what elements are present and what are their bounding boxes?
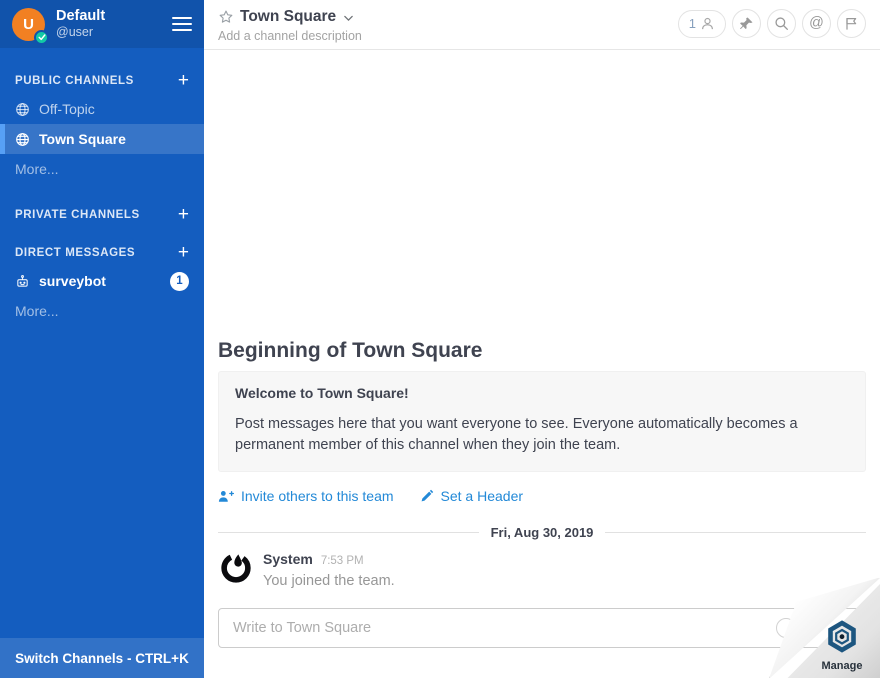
mentions-button[interactable]: @	[802, 9, 831, 38]
channel-description-placeholder[interactable]: Add a channel description	[218, 29, 678, 43]
pinned-posts-button[interactable]	[732, 9, 761, 38]
channel-name: Off-Topic	[39, 101, 95, 117]
more-channels-link[interactable]: More...	[0, 154, 204, 184]
sidebar-item-off-topic[interactable]: Off-Topic	[0, 94, 204, 124]
system-avatar[interactable]	[218, 550, 254, 586]
team-info: Default @user	[56, 7, 161, 41]
switch-channels-label: Switch Channels - CTRL+K	[15, 651, 189, 666]
more-direct-messages-link[interactable]: More...	[0, 296, 204, 326]
message-input[interactable]	[218, 608, 866, 648]
post-timestamp[interactable]: 7:53 PM	[321, 555, 364, 567]
dm-name: surveybot	[39, 273, 106, 289]
private-channels-section: PRIVATE CHANNELS +	[0, 208, 204, 222]
flagged-posts-button[interactable]	[837, 9, 866, 38]
public-channels-label[interactable]: PUBLIC CHANNELS	[15, 75, 178, 87]
post-system-message: System 7:53 PM You joined the team.	[218, 548, 866, 598]
team-name: Default	[56, 7, 161, 25]
globe-icon	[15, 102, 30, 117]
online-status-icon	[34, 30, 49, 45]
member-count: 1	[689, 16, 696, 31]
unread-badge: 1	[170, 272, 189, 291]
private-channels-label[interactable]: PRIVATE CHANNELS	[15, 209, 178, 221]
set-header-link[interactable]: Set a Header	[420, 488, 524, 504]
post-text: You joined the team.	[263, 573, 395, 589]
invite-others-label: Invite others to this team	[241, 488, 394, 504]
avatar-letter: U	[23, 16, 34, 33]
direct-messages-section: DIRECT MESSAGES +	[0, 246, 204, 260]
main-panel: Town Square Add a channel description 1	[204, 0, 880, 678]
manage-label: Manage	[806, 660, 878, 672]
intro-links: Invite others to this team Set a Header	[218, 488, 866, 504]
sidebar-item-surveybot[interactable]: surveybot 1	[0, 266, 204, 296]
pencil-icon	[420, 489, 434, 503]
chevron-down-icon[interactable]	[342, 12, 355, 25]
search-button[interactable]	[767, 9, 796, 38]
pin-icon	[739, 16, 754, 31]
at-mention-icon: @	[809, 16, 824, 31]
search-icon	[774, 16, 789, 31]
channel-intro-heading: Beginning of Town Square	[218, 339, 866, 363]
team-header[interactable]: U Default @user	[0, 0, 204, 48]
post-content: System 7:53 PM You joined the team.	[263, 548, 395, 598]
member-count-button[interactable]: 1	[678, 10, 726, 38]
globe-icon	[15, 132, 30, 147]
post-list: Beginning of Town Square Welcome to Town…	[204, 50, 880, 600]
direct-messages-label[interactable]: DIRECT MESSAGES	[15, 247, 178, 259]
date-divider: Fri, Aug 30, 2019	[218, 524, 866, 540]
flag-icon	[844, 16, 859, 31]
member-icon	[700, 16, 715, 31]
date-divider-text: Fri, Aug 30, 2019	[491, 525, 594, 540]
post-author[interactable]: System	[263, 551, 313, 567]
add-private-channel-icon[interactable]: +	[178, 208, 189, 222]
main-menu-icon[interactable]	[172, 15, 192, 34]
channel-title-wrap: Town Square Add a channel description	[218, 8, 678, 43]
channel-list: PUBLIC CHANNELS + Off-Topic Town Square …	[0, 48, 204, 638]
channel-actions: 1 @	[678, 8, 866, 38]
invite-person-icon	[218, 489, 234, 503]
welcome-body: Post messages here that you want everyon…	[235, 414, 849, 456]
corner-peel-widget[interactable]: Manage	[770, 578, 880, 678]
channel-name: Town Square	[39, 131, 126, 147]
favorite-star-icon[interactable]	[218, 9, 234, 25]
welcome-message-box: Welcome to Town Square! Post messages he…	[218, 371, 866, 472]
add-public-channel-icon[interactable]: +	[178, 74, 189, 88]
welcome-title: Welcome to Town Square!	[235, 385, 849, 401]
sidebar-item-town-square[interactable]: Town Square	[0, 124, 204, 154]
user-name: @user	[56, 25, 161, 41]
avatar[interactable]: U	[12, 8, 45, 41]
public-channels-section: PUBLIC CHANNELS +	[0, 74, 204, 88]
robot-icon	[15, 274, 30, 289]
channel-header: Town Square Add a channel description 1	[204, 0, 880, 50]
invite-others-link[interactable]: Invite others to this team	[218, 488, 394, 504]
manage-hexagon-logo-icon	[826, 620, 858, 659]
channel-title[interactable]: Town Square	[240, 8, 336, 26]
add-direct-message-icon[interactable]: +	[178, 246, 189, 260]
switch-channels-button[interactable]: Switch Channels - CTRL+K	[0, 638, 204, 678]
app-window: U Default @user PUBLIC CHANNELS + Off-To…	[0, 0, 880, 678]
sidebar: U Default @user PUBLIC CHANNELS + Off-To…	[0, 0, 204, 678]
set-header-label: Set a Header	[441, 488, 524, 504]
